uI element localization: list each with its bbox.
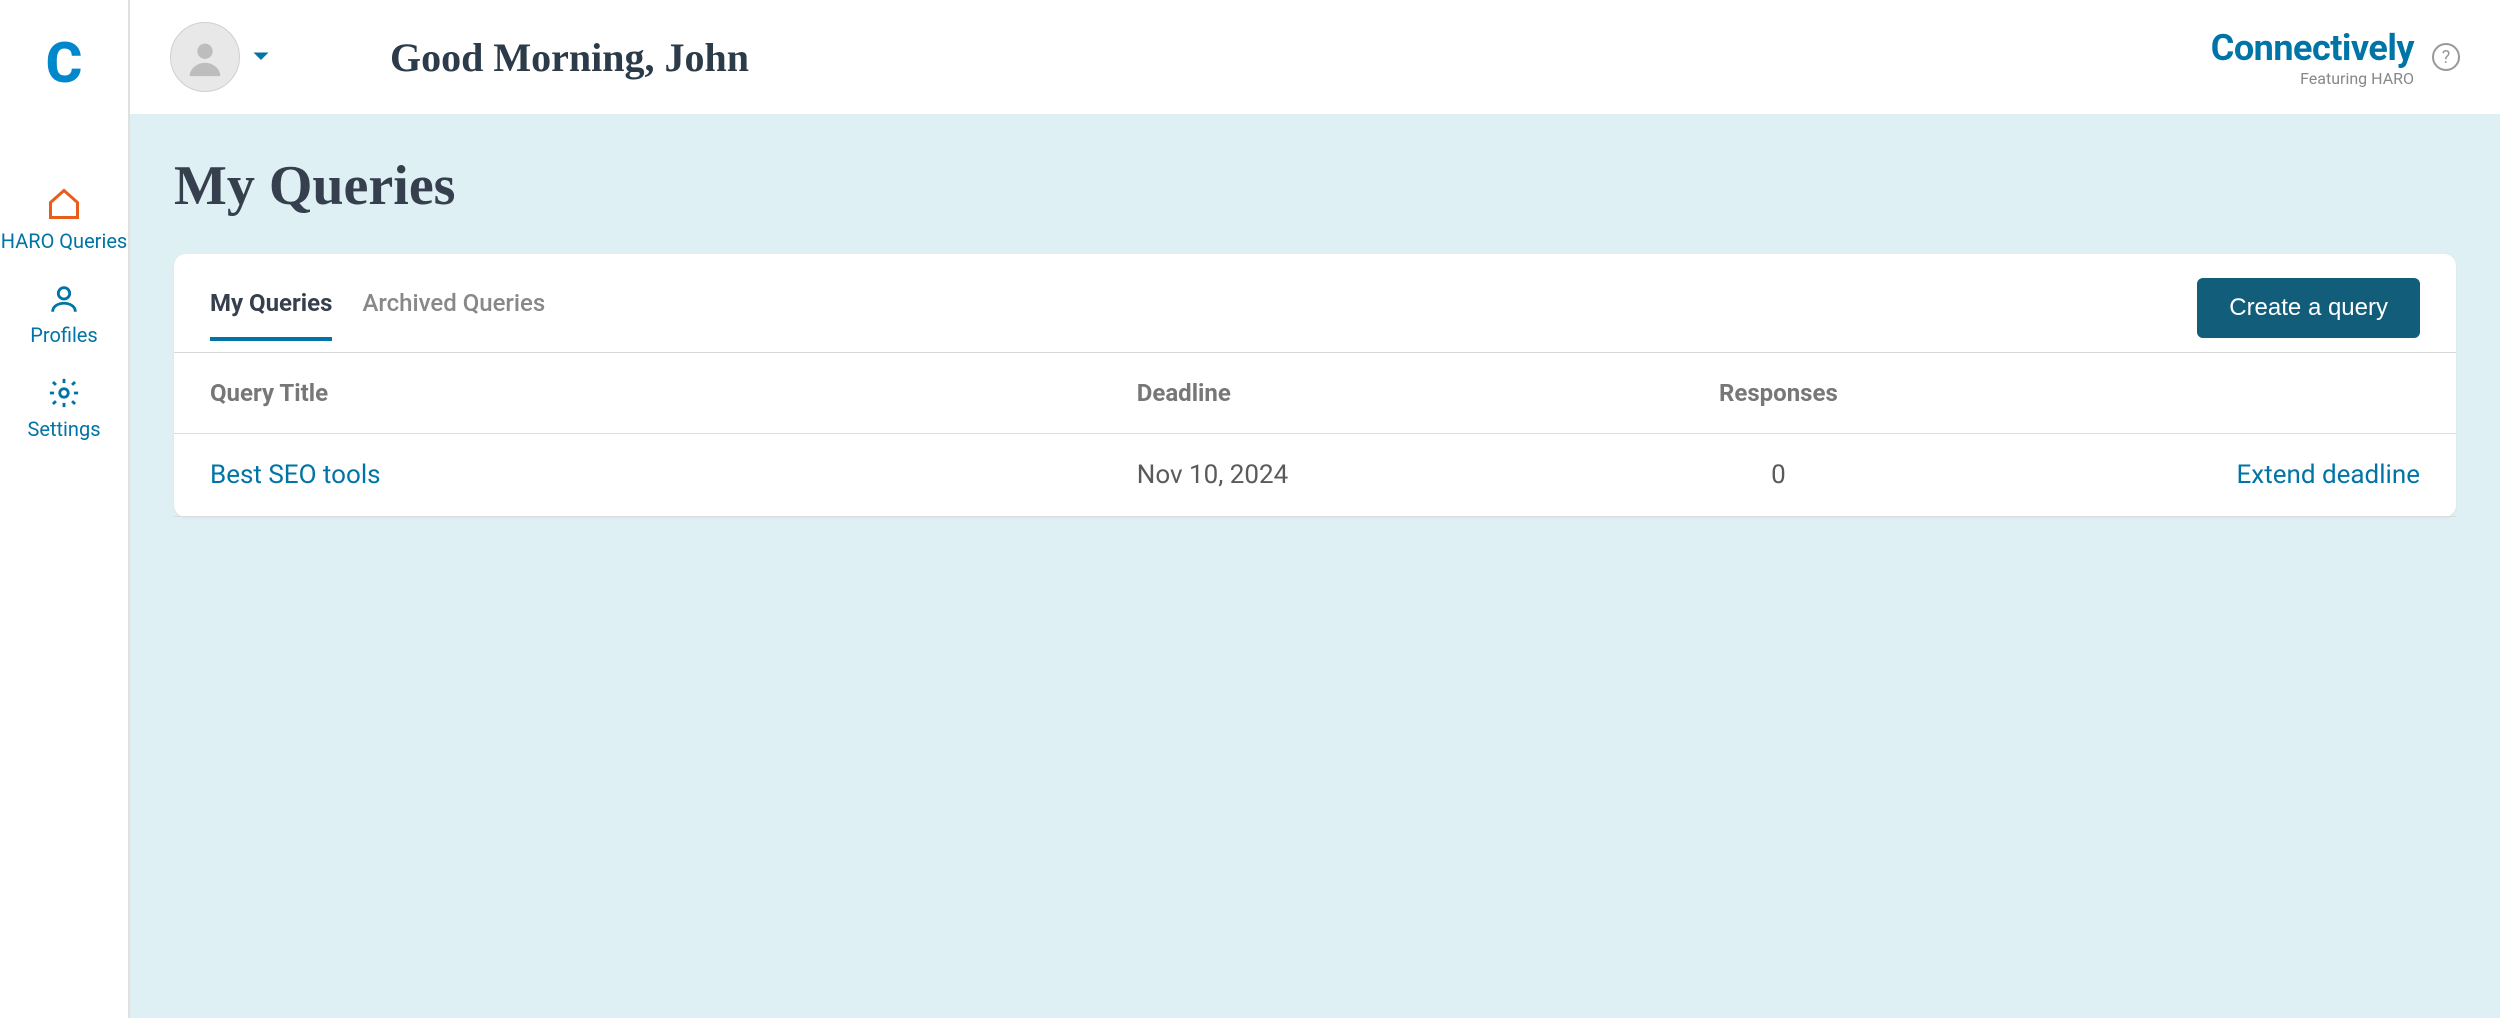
sidebar: C HARO Queries Profiles Settings — [0, 0, 130, 1018]
brand: Connectively Featuring HARO ? — [2211, 27, 2460, 88]
tab-my-queries[interactable]: My Queries — [210, 289, 332, 341]
responses-cell: 0 — [1600, 460, 1956, 490]
gear-icon — [47, 376, 81, 410]
sidebar-item-label: HARO Queries — [1, 228, 128, 254]
sidebar-item-settings[interactable]: Settings — [0, 376, 128, 442]
sidebar-item-label: Profiles — [30, 322, 97, 348]
tab-archived-queries[interactable]: Archived Queries — [362, 289, 545, 341]
tabs: My Queries Archived Queries — [210, 289, 545, 341]
caret-down-icon — [252, 48, 270, 67]
table-header-row: Query Title Deadline Responses — [174, 353, 2456, 434]
avatar-dropdown[interactable] — [170, 22, 270, 92]
page-title: My Queries — [174, 154, 2456, 218]
sidebar-item-haro-queries[interactable]: HARO Queries — [0, 186, 128, 254]
help-icon[interactable]: ? — [2432, 43, 2460, 71]
main-content: Good Morning, John Connectively Featurin… — [130, 0, 2500, 1018]
th-deadline: Deadline — [1137, 379, 1600, 407]
create-query-button[interactable]: Create a query — [2197, 278, 2420, 338]
card-header: My Queries Archived Queries Create a que… — [174, 278, 2456, 353]
table-row: Best SEO tools Nov 10, 2024 0 Extend dea… — [174, 434, 2456, 517]
avatar-icon — [170, 22, 240, 92]
sidebar-item-profiles[interactable]: Profiles — [0, 282, 128, 348]
greeting-text: Good Morning, John — [390, 34, 749, 81]
logo-icon: C — [46, 30, 83, 96]
query-title-link[interactable]: Best SEO tools — [210, 460, 381, 490]
extend-deadline-link[interactable]: Extend deadline — [2237, 460, 2421, 490]
brand-subtitle: Featuring HARO — [2211, 69, 2414, 88]
th-query-title: Query Title — [210, 379, 1137, 407]
home-icon — [46, 186, 82, 222]
sidebar-item-label: Settings — [27, 416, 100, 442]
th-responses: Responses — [1600, 379, 1956, 407]
content-area: My Queries My Queries Archived Queries C… — [130, 114, 2500, 1018]
topbar: Good Morning, John Connectively Featurin… — [130, 0, 2500, 114]
queries-card: My Queries Archived Queries Create a que… — [174, 254, 2456, 517]
deadline-cell: Nov 10, 2024 — [1137, 460, 1600, 490]
brand-name: Connectively — [2211, 27, 2414, 69]
profile-icon — [47, 282, 81, 316]
queries-table: Query Title Deadline Responses Best SEO … — [174, 353, 2456, 517]
